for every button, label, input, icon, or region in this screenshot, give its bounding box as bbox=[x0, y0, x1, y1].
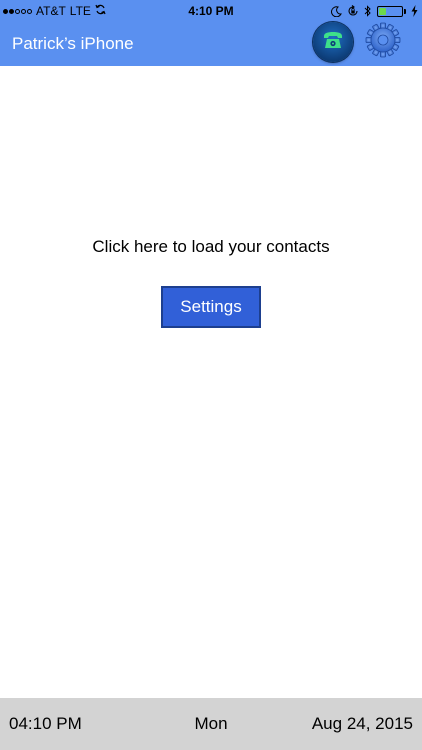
charging-icon bbox=[411, 5, 418, 17]
bluetooth-icon bbox=[364, 5, 372, 17]
moon-icon bbox=[331, 5, 342, 17]
settings-gear-button[interactable] bbox=[364, 22, 402, 63]
top-bar: AT&T LTE 4:10 PM Patrick’s iPhone bbox=[0, 0, 422, 66]
status-right bbox=[331, 3, 418, 19]
app-header: Patrick’s iPhone bbox=[0, 22, 422, 66]
main-content: Click here to load your contacts Setting… bbox=[0, 66, 422, 698]
load-contacts-link[interactable]: Click here to load your contacts bbox=[0, 236, 422, 258]
status-bar: AT&T LTE 4:10 PM bbox=[0, 0, 422, 22]
app-screen: AT&T LTE 4:10 PM Patrick’s iPhone Click … bbox=[0, 0, 422, 750]
telephone-icon bbox=[321, 28, 345, 57]
battery-icon bbox=[377, 5, 406, 17]
phone-button[interactable] bbox=[313, 22, 353, 62]
battery-fill bbox=[379, 7, 386, 15]
page-title: Patrick’s iPhone bbox=[12, 34, 134, 53]
gear-icon bbox=[365, 22, 401, 63]
footer-date: Aug 24, 2015 bbox=[311, 714, 413, 733]
battery-body bbox=[377, 5, 403, 17]
footer-bar: 04:10 PM Mon Aug 24, 2015 bbox=[0, 698, 422, 750]
rotation-lock-icon bbox=[347, 5, 359, 17]
settings-button[interactable]: Settings bbox=[161, 286, 261, 328]
battery-tip bbox=[404, 8, 406, 14]
